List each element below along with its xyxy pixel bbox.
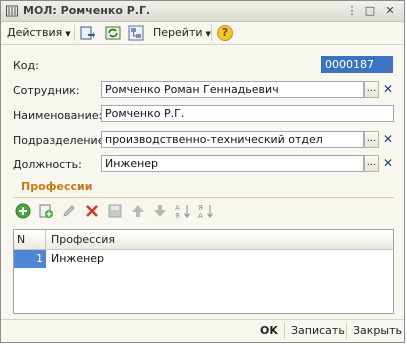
row-number-cell: 1 xyxy=(14,250,46,268)
employee-field[interactable]: Ромченко Роман Геннадьевич xyxy=(101,81,364,98)
actions-menu-button[interactable]: Действия ▼ xyxy=(7,25,71,41)
actions-label: Действия xyxy=(7,26,63,39)
employee-label: Сотрудник: xyxy=(13,84,80,97)
move-up-icon[interactable] xyxy=(130,203,146,219)
copy-row-icon[interactable] xyxy=(38,203,54,219)
catalog-icon xyxy=(6,5,18,17)
edit-row-icon[interactable] xyxy=(61,203,77,219)
form-window: МОЛ: Ромченко Р.Г. ⋮ □ ✕ Действия ▼ Перей… xyxy=(0,0,405,343)
sort-descending-icon[interactable]: Я A xyxy=(198,203,214,219)
footer-separator xyxy=(346,323,347,339)
svg-text:Я: Я xyxy=(175,212,180,219)
close-window-button[interactable]: ✕ xyxy=(382,4,398,18)
name-label: Наименование: xyxy=(13,109,103,122)
post-document-icon[interactable] xyxy=(79,25,95,41)
column-header-profession[interactable]: Профессия xyxy=(46,230,351,249)
toolbar-separator xyxy=(211,25,212,41)
ok-button[interactable]: OK xyxy=(260,323,278,339)
maximize-button[interactable]: □ xyxy=(362,4,378,18)
employee-select-button[interactable]: ... xyxy=(364,81,379,98)
refresh-icon[interactable] xyxy=(105,25,121,41)
move-down-icon[interactable] xyxy=(152,203,168,219)
sort-ascending-icon[interactable]: A Я xyxy=(175,203,191,219)
department-field[interactable]: производственно-технический отдел xyxy=(101,131,364,148)
window-title: МОЛ: Ромченко Р.Г. xyxy=(23,4,151,17)
toolbar-separator xyxy=(74,25,75,41)
section-divider xyxy=(13,197,394,198)
position-field[interactable]: Инженер xyxy=(101,155,364,172)
delete-row-icon[interactable] xyxy=(84,203,100,219)
department-select-button[interactable]: ... xyxy=(364,131,379,148)
svg-text:A: A xyxy=(175,204,180,212)
position-select-button[interactable]: ... xyxy=(364,155,379,172)
svg-text:A: A xyxy=(198,212,203,219)
position-label: Должность: xyxy=(13,158,82,171)
toolbar: Действия ▼ Перейти ▼ ? xyxy=(1,22,404,45)
help-button[interactable]: ? xyxy=(217,25,233,41)
svg-text:Я: Я xyxy=(198,204,203,212)
save-button[interactable]: Записать xyxy=(291,323,345,339)
title-bar[interactable]: МОЛ: Ромченко Р.Г. ⋮ □ ✕ xyxy=(1,1,404,22)
department-clear-icon[interactable]: ✕ xyxy=(381,131,395,148)
employee-clear-icon[interactable]: ✕ xyxy=(381,81,395,98)
footer-separator xyxy=(284,323,285,339)
goto-label: Перейти xyxy=(153,26,203,39)
add-row-icon[interactable] xyxy=(15,203,31,219)
goto-menu-button[interactable]: Перейти ▼ xyxy=(153,25,211,41)
name-field[interactable]: Ромченко Р.Г. xyxy=(101,105,394,122)
professions-table[interactable]: N Профессия 1 Инженер xyxy=(13,229,394,314)
profession-cell[interactable]: Инженер xyxy=(47,250,393,268)
table-row[interactable]: 1 Инженер xyxy=(14,250,393,268)
footer-divider xyxy=(1,319,404,320)
close-button[interactable]: Закрыть xyxy=(353,323,402,339)
structure-icon[interactable] xyxy=(128,25,144,41)
code-label: Код: xyxy=(13,59,39,72)
end-edit-icon[interactable] xyxy=(107,203,123,219)
position-clear-icon[interactable]: ✕ xyxy=(381,155,395,172)
professions-section-title: Профессии xyxy=(21,180,93,193)
chevron-down-icon: ▼ xyxy=(65,30,71,38)
column-header-n[interactable]: N xyxy=(14,230,46,249)
department-label: Подразделение: xyxy=(13,134,109,147)
window-menu-button[interactable]: ⋮ xyxy=(344,4,360,18)
code-field[interactable]: 0000187 xyxy=(321,56,393,73)
table-header: N Профессия xyxy=(14,230,393,250)
